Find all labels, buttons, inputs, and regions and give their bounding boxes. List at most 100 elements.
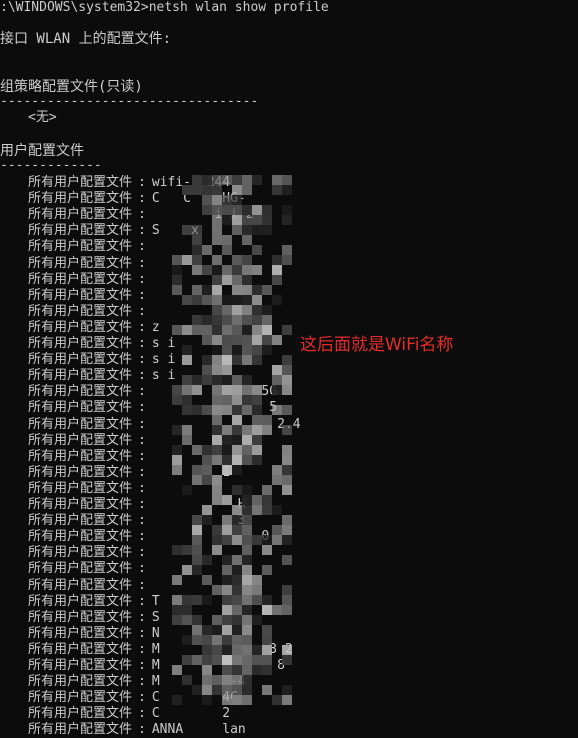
mosaic-block: [262, 685, 272, 695]
mosaic-block: [232, 355, 242, 365]
profile-colon: :: [138, 368, 146, 384]
mosaic-block: [212, 345, 222, 355]
profile-label: 所有用户配置文件: [28, 368, 133, 384]
profile-name: C C HG-: [151, 191, 246, 207]
mosaic-block: [252, 615, 262, 625]
profile-colon: :: [138, 175, 146, 190]
profile-name: z: [151, 319, 160, 335]
mosaic-block: [282, 695, 292, 705]
mosaic-block: [202, 625, 212, 635]
mosaic-block: [232, 445, 242, 455]
mosaic-block: [272, 505, 282, 515]
mosaic-block: [282, 595, 292, 605]
mosaic-block: [202, 315, 212, 325]
mosaic-block: [192, 615, 202, 625]
profile-colon: :: [138, 674, 146, 690]
profile-colon: :: [138, 352, 146, 368]
mosaic-block: [222, 345, 232, 355]
profile-label: 所有用户配置文件: [28, 416, 133, 432]
mosaic-block: [202, 455, 212, 465]
mosaic-block: [212, 625, 222, 635]
profile-row: 所有用户配置文件:: [28, 545, 152, 561]
profile-colon: :: [138, 722, 146, 738]
mosaic-block: [242, 595, 252, 605]
mosaic-block: [232, 455, 242, 465]
mosaic-block: [172, 455, 182, 465]
mosaic-block: [212, 225, 222, 235]
profile-label: 所有用户配置文件: [28, 319, 133, 335]
mosaic-block: [192, 595, 202, 605]
mosaic-block: [262, 205, 272, 215]
mosaic-block: [282, 175, 292, 185]
mosaic-block: [272, 185, 282, 195]
profile-name: S x: [151, 223, 199, 239]
profile-name: 1: [151, 464, 231, 480]
mosaic-block: [212, 445, 222, 455]
mosaic-block: [272, 275, 282, 285]
profile-name: N: [151, 625, 160, 641]
red-annotation-text: 这后面就是WiFi名称: [300, 335, 454, 355]
mosaic-block: [262, 215, 272, 225]
mosaic-block: [242, 565, 252, 575]
interface-heading: 接口 WLAN 上的配置文件:: [0, 31, 172, 47]
mosaic-block: [172, 265, 182, 275]
mosaic-block: [172, 615, 182, 625]
mosaic-block: [262, 345, 272, 355]
profile-colon: :: [138, 255, 146, 271]
mosaic-block: [222, 445, 232, 455]
mosaic-block: [182, 435, 192, 445]
profile-name: 5: [151, 400, 278, 416]
mosaic-block: [272, 525, 282, 535]
mosaic-block: [282, 375, 292, 385]
mosaic-block: [182, 355, 192, 365]
mosaic-block: [182, 255, 192, 265]
mosaic-block: [212, 265, 222, 275]
user-profiles-separator: -------------: [0, 158, 102, 173]
mosaic-block: [212, 485, 222, 495]
profile-colon: :: [138, 625, 146, 641]
mosaic-block: [222, 315, 232, 325]
profile-row: 所有用户配置文件: S: [28, 610, 160, 626]
mosaic-block: [202, 265, 212, 275]
profile-row: 所有用户配置文件: 5: [28, 400, 277, 416]
mosaic-block: [282, 185, 292, 195]
profile-colon: :: [138, 336, 146, 351]
mosaic-block: [272, 335, 282, 345]
mosaic-block: [212, 365, 222, 375]
mosaic-block: [222, 355, 232, 365]
profile-name: s i: [151, 368, 176, 384]
profile-row: 所有用户配置文件: 5G: [28, 384, 277, 400]
group-policy-heading: 组策略配置文件(只读): [0, 79, 143, 95]
mosaic-block: [282, 555, 292, 565]
mosaic-block: [212, 315, 222, 325]
mosaic-block: [232, 555, 242, 565]
mosaic-block: [232, 265, 242, 275]
profile-colon: :: [138, 432, 146, 448]
profile-row: 所有用户配置文件: T: [28, 594, 160, 610]
profile-colon: :: [138, 641, 146, 657]
mosaic-block: [242, 355, 252, 365]
profile-row: 所有用户配置文件: s i: [28, 352, 175, 368]
profile-colon: :: [138, 464, 146, 480]
profile-label: 所有用户配置文件: [28, 577, 133, 593]
profile-row: 所有用户配置文件:: [28, 239, 152, 255]
mosaic-block: [282, 515, 292, 525]
mosaic-block: [212, 355, 222, 365]
mosaic-block: [242, 265, 252, 275]
profile-row: 所有用户配置文件: C C HG-: [28, 191, 246, 207]
mosaic-block: [252, 295, 262, 305]
mosaic-block: [192, 295, 202, 305]
mosaic-block: [242, 545, 252, 555]
mosaic-block: [222, 235, 232, 245]
mosaic-block: [252, 595, 262, 605]
mosaic-block: [172, 285, 182, 295]
profile-colon: :: [138, 480, 146, 496]
profile-row: 所有用户配置文件: N: [28, 626, 160, 642]
mosaic-block: [252, 245, 262, 255]
mosaic-block: [262, 225, 272, 235]
mosaic-block: [282, 325, 292, 335]
mosaic-block: [242, 295, 252, 305]
profile-label: 所有用户配置文件: [28, 497, 133, 512]
mosaic-block: [242, 575, 252, 585]
profile-colon: :: [138, 513, 146, 529]
